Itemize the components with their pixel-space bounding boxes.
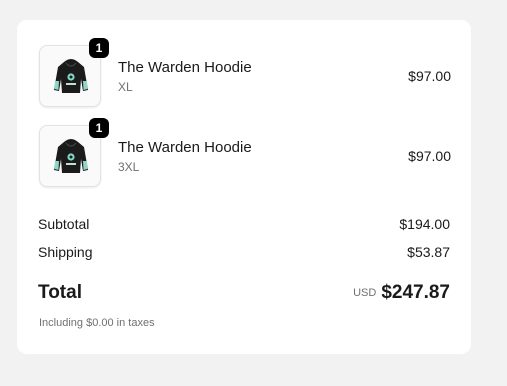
product-price: $97.00 <box>408 68 451 84</box>
product-name: The Warden Hoodie <box>118 59 252 76</box>
line-item: 1 The Warden Hoodie XL $97.00 <box>39 38 451 107</box>
total-row: Total USD $247.87 <box>38 282 450 312</box>
order-summary-card: 1 The Warden Hoodie XL $97.00 1 The Ward… <box>17 20 471 354</box>
taxes-note: Including $0.00 in taxes <box>39 317 155 329</box>
currency-code: USD <box>353 287 377 299</box>
total-amount: USD $247.87 <box>353 282 450 304</box>
subtotal-row: Subtotal $194.00 <box>38 216 450 236</box>
shipping-row: Shipping $53.87 <box>38 244 450 264</box>
line-item: 1 The Warden Hoodie 3XL $97.00 <box>39 118 451 187</box>
product-variant: XL <box>118 80 133 94</box>
total-value: $247.87 <box>381 282 450 303</box>
hoodie-image <box>54 139 88 173</box>
shipping-label: Shipping <box>38 244 93 260</box>
quantity-badge: 1 <box>89 118 109 138</box>
product-name: The Warden Hoodie <box>118 139 252 156</box>
product-variant: 3XL <box>118 160 140 174</box>
hoodie-image <box>54 59 88 93</box>
total-label: Total <box>38 282 82 303</box>
subtotal-value: $194.00 <box>399 216 450 232</box>
shipping-value: $53.87 <box>407 244 450 260</box>
subtotal-label: Subtotal <box>38 216 90 232</box>
product-price: $97.00 <box>408 148 451 164</box>
quantity-badge: 1 <box>89 38 109 58</box>
